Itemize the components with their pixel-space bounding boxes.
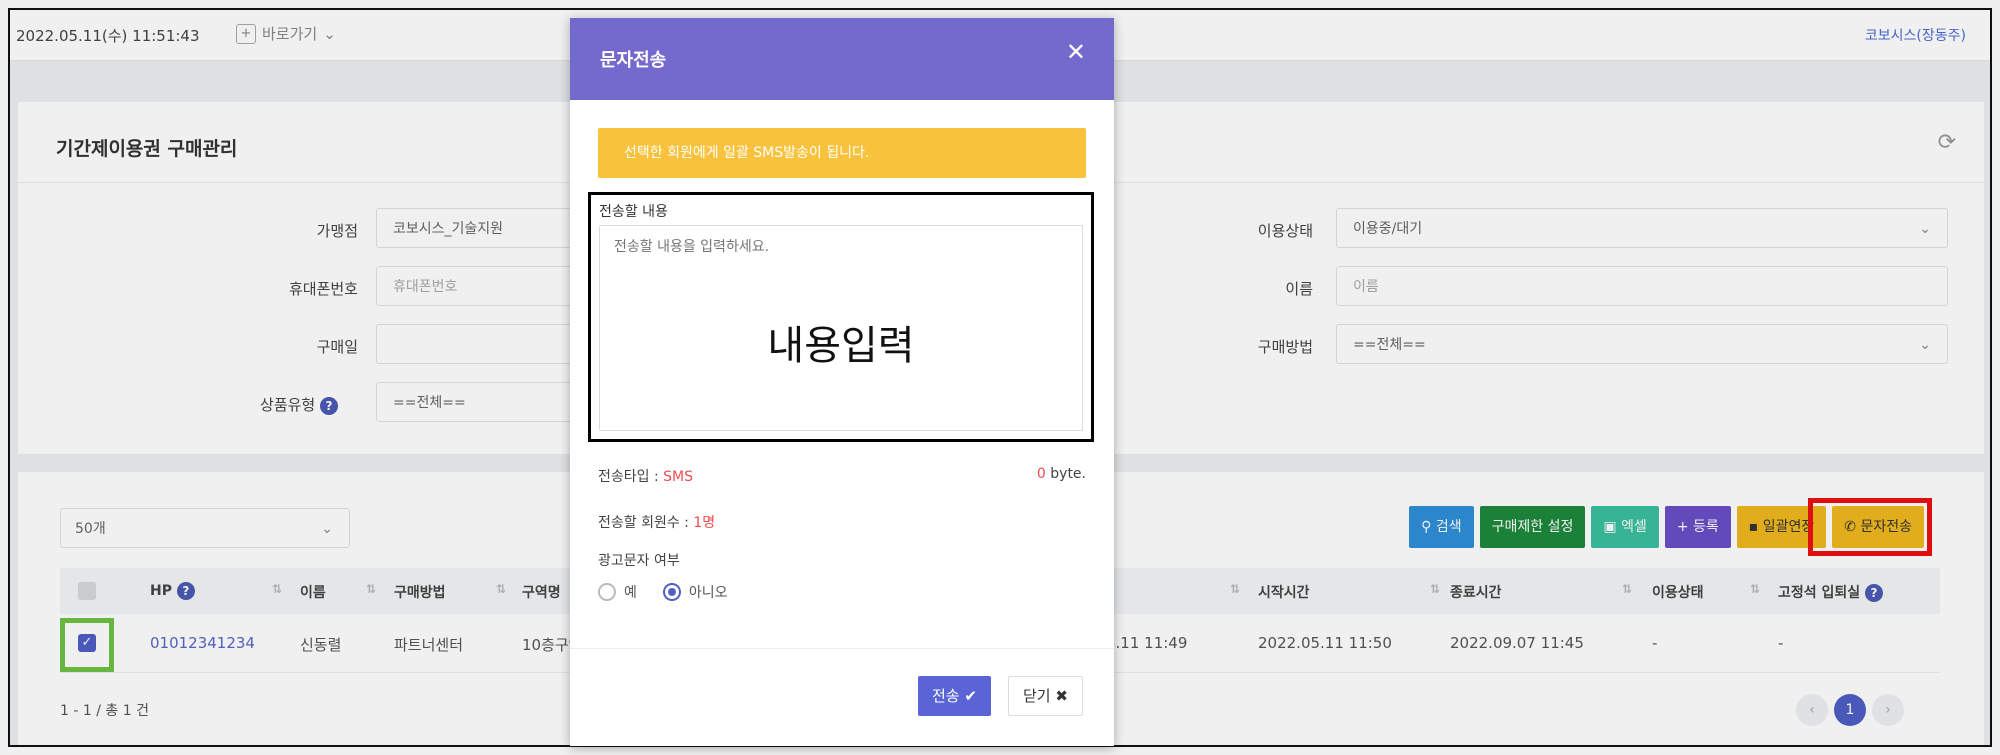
send-button-label: 전송 (932, 687, 960, 705)
ad-no-radio[interactable] (662, 583, 681, 601)
modal-title: 문자전송 (600, 50, 667, 71)
byte-count: 0 (1036, 466, 1046, 482)
content-section: 전송할 내용 내용입력 (588, 192, 1094, 442)
ad-label: 광고문자 여부 (598, 553, 680, 569)
recipient-count-value: 1명 (693, 515, 716, 531)
sms-modal: 문자전송 ✕ 선택한 회원에게 일괄 SMS발송이 됩니다. 전송할 내용 내용… (570, 18, 1114, 746)
content-label: 전송할 내용 (599, 204, 668, 220)
recipient-count-row: 전송할 회원수 : 1명 (598, 512, 715, 532)
send-button[interactable]: 전송 ✔ (918, 676, 991, 716)
send-type-value: SMS (663, 469, 693, 485)
send-type-label: 전송타입 : (598, 469, 659, 485)
recipient-count-label: 전송할 회원수 : (598, 515, 689, 531)
close-icon[interactable]: ✕ (1066, 38, 1086, 66)
byte-unit: byte. (1050, 466, 1086, 482)
ad-yes-label: 예 (624, 585, 637, 601)
byte-counter: 0 byte. (1037, 466, 1086, 482)
ad-no-label: 아니오 (688, 585, 728, 601)
info-alert: 선택한 회원에게 일괄 SMS발송이 됩니다. (598, 128, 1086, 178)
modal-header: 문자전송 ✕ (570, 18, 1114, 100)
message-textarea[interactable] (599, 225, 1083, 431)
ad-radio-group: 예 아니오 (598, 582, 728, 602)
send-type-row: 전송타입 : SMS 0 byte. (598, 466, 1086, 486)
modal-footer-divider (570, 648, 1114, 649)
close-button[interactable]: 닫기 ✖ (1008, 676, 1083, 716)
ad-yes-radio[interactable] (598, 583, 616, 601)
close-icon: ✖ (1055, 687, 1068, 705)
close-button-label: 닫기 (1023, 687, 1051, 705)
check-icon: ✔ (964, 687, 977, 705)
